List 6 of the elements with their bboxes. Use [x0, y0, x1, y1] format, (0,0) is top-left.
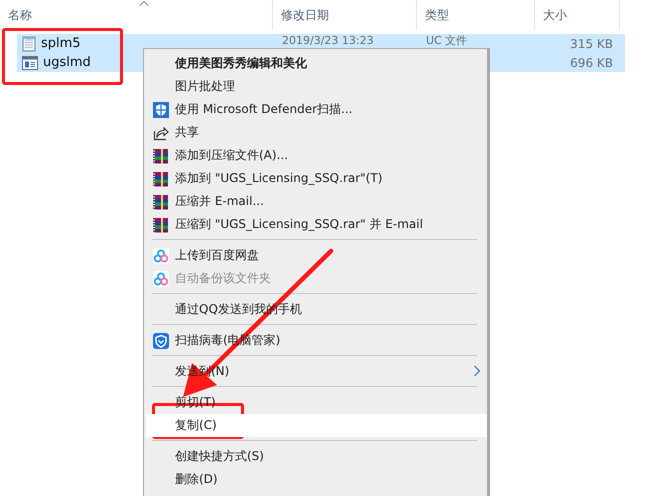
file-name: splm5 [41, 36, 81, 51]
date-cell-text: 2019/3/23 13:23 [281, 34, 375, 47]
size-cell-text: 696 KB [569, 56, 613, 70]
size-cell-text: 315 KB [569, 36, 613, 50]
file-name: ugslmd [43, 55, 91, 70]
type-cell-text: UC 文件 [425, 34, 468, 47]
